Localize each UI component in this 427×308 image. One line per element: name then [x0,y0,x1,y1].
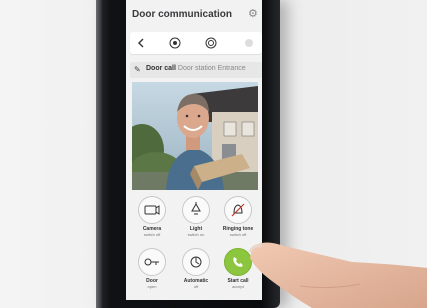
app-title: Door communication [132,9,233,20]
navigation-bar [130,32,262,54]
pencil-icon: ✎ [134,65,141,74]
more-icon[interactable] [242,36,256,50]
device-bezel-edge [96,0,102,308]
control-automatic[interactable]: Automatic off [176,248,216,289]
call-status-detail: Door station Entrance [177,65,246,72]
control-automatic-sub: off [193,284,199,289]
control-start-call[interactable]: Start call accept [218,248,258,289]
control-light-sub: switch on [187,232,205,237]
control-camera[interactable]: Camera switch off [132,196,172,237]
control-ringing-tone[interactable]: Ringing tone switch off [218,196,258,237]
camera-icon [138,196,166,224]
touch-screen: Door communication ⚙ ✎ Door call Door st… [126,0,262,300]
video-feed [132,82,258,190]
automatic-icon [182,248,210,276]
call-status-text: Door call Door station Entrance [146,65,246,72]
control-door[interactable]: Door open [132,248,172,289]
title-bar: Door communication ⚙ [126,6,262,28]
light-icon [182,196,210,224]
visitor-video-image [132,82,258,190]
phone-icon [224,248,252,276]
control-camera-sub: switch off [143,232,161,237]
mute-icon[interactable] [168,36,182,50]
control-door-sub: open [147,284,157,289]
control-light[interactable]: Light switch on [176,196,216,237]
camera-switch-icon[interactable] [204,36,218,50]
bell-off-icon [224,196,252,224]
settings-gear-icon[interactable]: ⚙ [248,8,260,20]
control-start-call-sub: accept [232,284,244,289]
call-status-label: Door call [146,65,176,72]
control-ringing-tone-sub: switch off [229,232,247,237]
call-status-bar: ✎ Door call Door station Entrance [130,62,262,78]
back-arrow-icon[interactable] [134,36,148,50]
key-icon [138,248,166,276]
call-controls: Camera switch off Light switch on Ringin… [132,192,260,300]
